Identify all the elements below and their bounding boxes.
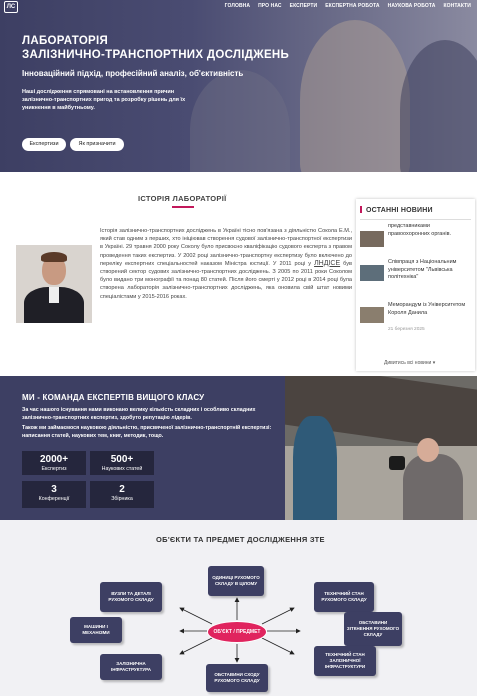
news-item-text[interactable]: представниками правоохоронних органів. [388, 223, 470, 238]
news-panel: ОСТАННІ НОВИНИ представниками правоохоро… [356, 199, 475, 371]
team-photo [285, 376, 477, 520]
nav-links: ГОЛОВНА ПРО НАС ЕКСПЕРТИ ЕКСПЕРТНА РОБОТ… [225, 3, 471, 9]
hero-photo-person [300, 20, 410, 172]
center-oval: ОБ'ЄКТ / ПРЕДМЕТ [207, 621, 267, 643]
object-box: ОБСТАВИНИ ЗІТКНЕННЯ РУХОМОГО СКЛАДУ [344, 612, 402, 646]
object-box: МАШИНИ І МЕХАНІЗМИ [70, 617, 122, 643]
lndise-link[interactable]: ЛНДІСЕ [314, 260, 340, 267]
stat-label: Конференції [38, 496, 70, 502]
object-box: ОДИНИЦІ РУХОМОГО СКЛАДУ В ЦІЛОМУ [208, 566, 264, 596]
team-title: МИ - КОМАНДА ЕКСПЕРТІВ ВИЩОГО КЛАСУ [22, 393, 205, 402]
object-box: ОБСТАВИНИ СХОДУ РУХОМОГО СКЛАДУ [206, 664, 268, 692]
logo[interactable]: ЛС [4, 1, 18, 13]
object-box: ЗАЛІЗНИЧНА ІНФРАСТРУКТУРА [100, 654, 162, 680]
nav-link-home[interactable]: ГОЛОВНА [225, 3, 250, 9]
hero-title-line: ЗАЛІЗНИЧНО-ТРАНСПОРТНИХ ДОСЛІДЖЕНЬ [22, 49, 290, 61]
news-item-text[interactable]: Меморандум із Університетом Короля Данил… [388, 302, 470, 317]
stat-label: Наукових статей [101, 466, 143, 472]
hero-photo-person [400, 40, 477, 172]
hero-description: Наші дослідження спрямовані на встановле… [22, 89, 186, 111]
hero-title: ЛАБОРАТОРІЯ ЗАЛІЗНИЧНО-ТРАНСПОРТНИХ ДОСЛ… [22, 34, 289, 62]
hero-subtitle: Інноваційний підхід, професійний аналіз,… [22, 69, 244, 78]
nav-link-science[interactable]: НАУКОВА РОБОТА [388, 3, 436, 9]
news-thumbnail[interactable] [360, 265, 384, 281]
hero-title-line: ЛАБОРАТОРІЯ [22, 35, 109, 47]
nav-link-experts[interactable]: ЕКСПЕРТИ [290, 3, 318, 9]
news-thumbnail[interactable] [360, 307, 384, 323]
news-item-text[interactable]: Співпраця з Національним університетом "… [388, 259, 470, 282]
stat-number: 3 [51, 484, 57, 495]
chevron-down-icon: ▾ [432, 360, 436, 366]
team-paragraph: Також ми займаємося науковою діяльністю,… [22, 425, 272, 439]
history-text: Історія залізнично-транспортних дослідже… [100, 227, 352, 301]
stat-card: 2000+ Експертиз [22, 451, 86, 475]
object-box: ВУЗЛИ ТА ДЕТАЛІ РУХОМОГО СКЛАДУ [100, 582, 162, 612]
news-title: ОСТАННІ НОВИНИ [360, 206, 433, 214]
history-title: ІСТОРІЯ ЛАБОРАТОРІЇ [138, 194, 227, 203]
divider [360, 219, 471, 220]
title-underline [172, 206, 194, 208]
nav-link-contacts[interactable]: КОНТАКТИ [443, 3, 471, 9]
hero-photo-person [190, 70, 290, 172]
founder-photo [16, 245, 92, 323]
news-title-text: ОСТАННІ НОВИНИ [366, 207, 433, 214]
expertise-button[interactable]: Експертизи [22, 138, 66, 151]
stat-label: Збірника [111, 496, 133, 502]
stat-number: 500+ [110, 454, 134, 465]
team-description: За час нашого існування нами виконано ве… [22, 407, 277, 440]
how-to-order-button[interactable]: Як призначити [70, 138, 124, 151]
object-box: ТЕХНІЧНИЙ СТАН ЗАЛІЗНИЧНОЇ ІНФРАСТРУКТУР… [314, 646, 376, 676]
stat-card: 500+ Наукових статей [90, 451, 154, 475]
nav-link-about[interactable]: ПРО НАС [258, 3, 282, 9]
stat-card: 3 Конференції [22, 481, 86, 508]
object-box: ТЕХНІЧНИЙ СТАН РУХОМОГО СКЛАДУ [314, 582, 374, 612]
news-thumbnail[interactable] [360, 231, 384, 247]
all-news-link[interactable]: Дивитись всі новини ▾ [384, 360, 435, 366]
stat-number: 2000+ [39, 454, 69, 465]
top-nav: ЛС ГОЛОВНА ПРО НАС ЕКСПЕРТИ ЕКСПЕРТНА РО… [0, 0, 477, 14]
nav-link-expert-work[interactable]: ЕКСПЕРТНА РОБОТА [325, 3, 379, 9]
stat-card: 2 Збірника [90, 481, 154, 508]
all-news-label: Дивитись всі новини [384, 360, 432, 366]
team-paragraph: За час нашого існування нами виконано ве… [22, 407, 256, 421]
stat-number: 2 [119, 484, 125, 495]
news-date: 21 березня 2025 [388, 327, 425, 332]
stat-label: Експертиз [41, 466, 67, 472]
